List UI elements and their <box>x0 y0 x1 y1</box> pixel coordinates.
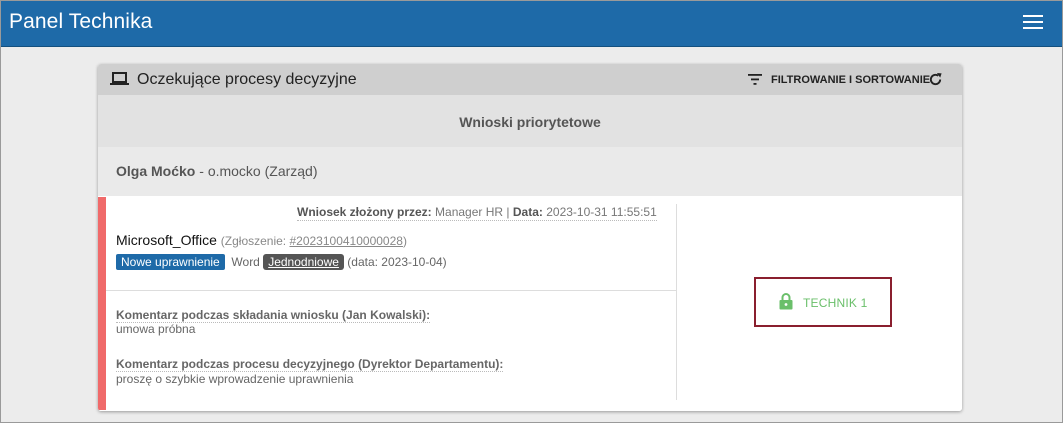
laptop-icon <box>110 72 129 85</box>
request-meta: Wniosek złożony przez: Manager HR | Data… <box>297 205 657 221</box>
top-app-bar: Panel Technika <box>1 1 1062 47</box>
role-name: Word <box>231 255 260 269</box>
pending-processes-card: Oczekujące procesy decyzyjne FILTROWANIE… <box>98 64 962 411</box>
type-badge[interactable]: Jednodniowe <box>263 254 344 270</box>
comment-text: proszę o szybkie wprowadzenie uprawnieni… <box>116 372 354 386</box>
user-separator: - <box>195 163 208 179</box>
priority-accent-bar <box>98 197 106 410</box>
card-header: Oczekujące procesy decyzyjne FILTROWANIE… <box>98 64 962 95</box>
user-name: Olga Moćko <box>116 163 196 179</box>
horizontal-divider <box>106 290 677 291</box>
submitted-by-value: Manager HR <box>435 205 504 219</box>
ticket-label-open: (Zgłoszenie: <box>220 234 290 248</box>
filter-sort-button[interactable]: FILTROWANIE I SORTOWANIE <box>771 74 930 86</box>
permission-badge: Nowe uprawnienie <box>116 254 225 270</box>
ticket-label-close: ) <box>402 234 407 248</box>
app-line: Microsoft_Office (Zgłoszenie: #202310041… <box>116 232 407 248</box>
meta-separator: | <box>503 205 513 219</box>
date-label: Data: <box>512 205 543 219</box>
request-item: Wniosek złożony przez: Manager HR | Data… <box>98 196 962 411</box>
date-value: 2023-10-31 11:55:51 <box>546 205 657 219</box>
app-title: Panel Technika <box>9 10 153 33</box>
user-login-dept: o.mocko (Zarząd) <box>207 163 318 179</box>
vertical-divider <box>676 204 677 400</box>
app-name: Microsoft_Office <box>116 232 217 248</box>
comment-label: Komentarz podczas procesu decyzyjnego (D… <box>116 357 504 372</box>
filter-list-icon[interactable] <box>748 74 762 85</box>
comment-text: umowa próbna <box>116 322 196 336</box>
technik-label: TECHNIK 1 <box>803 296 868 310</box>
comment-label: Komentarz podczas składania wniosku (Jan… <box>116 308 431 323</box>
technik-button[interactable]: TECHNIK 1 <box>754 277 892 327</box>
card-title: Oczekujące procesy decyzyjne <box>137 71 357 88</box>
type-date: (data: 2023-10-04) <box>347 255 447 269</box>
user-row: Olga Moćko - o.mocko (Zarząd) <box>98 147 962 196</box>
user-line: Olga Moćko - o.mocko (Zarząd) <box>116 163 318 179</box>
lock-icon <box>779 293 793 310</box>
priority-section: Wnioski priorytetowe <box>98 95 962 147</box>
tags-line: Nowe uprawnienie Word Jednodniowe (data:… <box>116 254 447 270</box>
refresh-icon[interactable] <box>928 72 943 87</box>
priority-title: Wnioski priorytetowe <box>459 114 601 130</box>
hamburger-menu-icon[interactable] <box>1023 15 1043 31</box>
ticket-link[interactable]: #2023100410000028 <box>289 234 402 248</box>
submitted-by-label: Wniosek złożony przez: <box>297 205 432 219</box>
